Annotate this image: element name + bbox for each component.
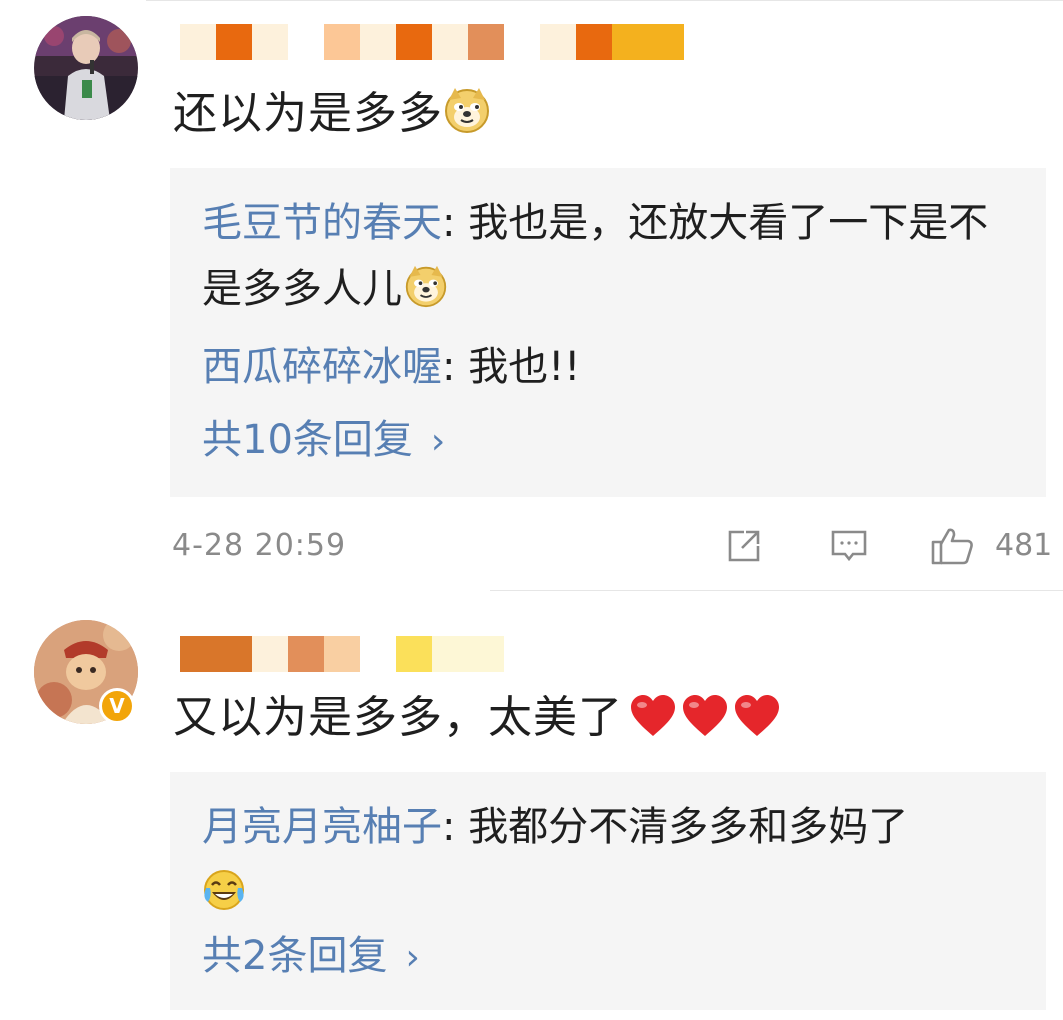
reply-box[interactable]: 毛豆节的春天: 我也是，还放大看了一下是不是多多人儿 西瓜碎碎冰喔: 我也!! …	[170, 168, 1046, 497]
comment-icon[interactable]	[829, 526, 869, 570]
verified-v-badge: V	[99, 688, 135, 724]
heart-emoji	[629, 694, 677, 752]
doge-emoji	[443, 86, 491, 148]
reply-nickname[interactable]: 西瓜碎碎冰喔	[202, 344, 442, 390]
divider	[146, 0, 1063, 1]
chevron-right-icon: ›	[430, 421, 446, 462]
heart-emoji	[733, 694, 781, 752]
reply-item[interactable]: 月亮月亮柚子: 我都分不清多多和多妈了	[202, 794, 1022, 932]
username-mosaic[interactable]	[180, 636, 504, 672]
thumbs-up-icon[interactable]	[930, 526, 976, 570]
comment-text: 还以为是多多	[173, 86, 491, 148]
comment-time: 4-28 20:59	[172, 528, 347, 563]
laugh-cry-emoji	[202, 866, 246, 932]
reply-text: 我都分不清多多和多妈了	[468, 804, 909, 850]
heart-emoji	[681, 694, 729, 752]
comment-item: 还以为是多多 毛豆节的春天: 我也是，还放大看了一下是不是多多人儿 西瓜碎碎冰喔…	[0, 0, 1063, 590]
view-more-replies-link[interactable]: 共2条回复 ›	[202, 928, 420, 986]
reply-nickname[interactable]: 毛豆节的春天	[202, 200, 442, 246]
reply-text: 我也!!	[468, 344, 581, 390]
reply-item[interactable]: 西瓜碎碎冰喔: 我也!!	[202, 334, 1022, 400]
reply-nickname[interactable]: 月亮月亮柚子	[202, 804, 442, 850]
reply-box[interactable]: 月亮月亮柚子: 我都分不清多多和多妈了 共2条回复 ›	[170, 772, 1046, 1010]
like-count: 481	[995, 528, 1053, 563]
divider	[490, 590, 1063, 591]
username-mosaic[interactable]	[180, 24, 684, 60]
comment-item: V 又以为是多多，太美了 月亮月亮柚子: 我都分不清多多和多妈了 共2条回复 ›	[0, 590, 1063, 1020]
doge-emoji	[404, 262, 448, 328]
chevron-right-icon: ›	[405, 937, 420, 978]
share-icon[interactable]	[724, 526, 764, 570]
view-more-replies-link[interactable]: 共10条回复 ›	[202, 412, 445, 470]
reply-item[interactable]: 毛豆节的春天: 我也是，还放大看了一下是不是多多人儿	[202, 190, 1022, 328]
comment-text: 又以为是多多，太美了	[173, 690, 781, 752]
avatar[interactable]	[34, 16, 138, 120]
